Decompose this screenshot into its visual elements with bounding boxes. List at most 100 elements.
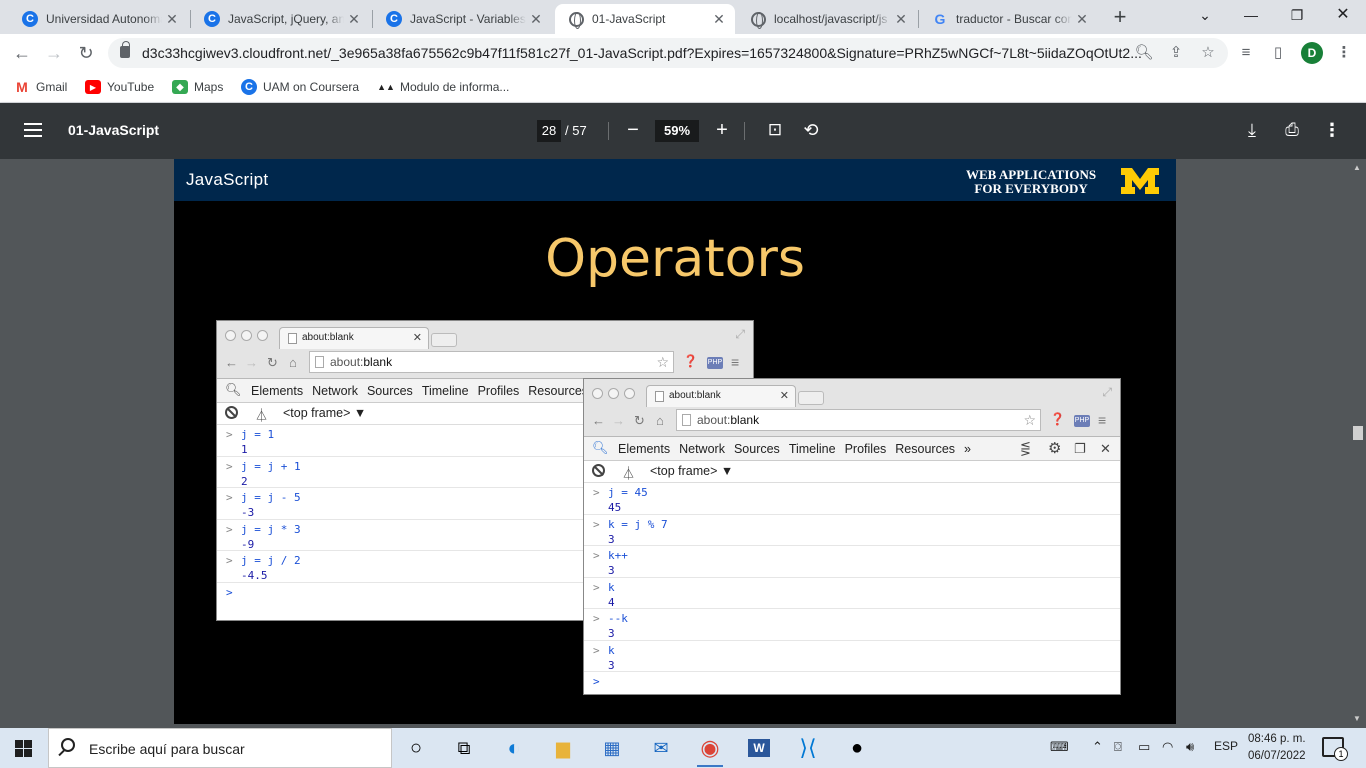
volume-icon[interactable]: 🔊︎ bbox=[1186, 739, 1194, 755]
mini-tab: about:blank ✕ bbox=[646, 385, 796, 407]
scroll-thumb[interactable] bbox=[1353, 426, 1363, 440]
hamburger-menu-icon[interactable] bbox=[24, 123, 42, 137]
home-icon: ⌂ bbox=[656, 413, 664, 428]
bookmark-modulo[interactable]: ▲▲ Modulo de informa... bbox=[377, 77, 509, 97]
language-indicator[interactable]: ESP bbox=[1214, 739, 1238, 753]
brand-text: WEB APPLICATIONS FOR EVERYBODY bbox=[966, 167, 1097, 196]
chrome-icon[interactable]: ◉ bbox=[695, 734, 725, 767]
console-entry: > k = j % 73 bbox=[584, 515, 1120, 546]
close-tab-icon[interactable]: ✕ bbox=[344, 11, 364, 28]
globe-icon bbox=[569, 11, 584, 29]
reload-button[interactable]: ↻ bbox=[74, 41, 98, 65]
clear-console-icon bbox=[592, 464, 605, 477]
bookmark-star-icon[interactable]: ☆ bbox=[1198, 43, 1218, 63]
slide-section-label: JavaScript bbox=[186, 170, 269, 189]
console-entry: > k 4 bbox=[584, 578, 1120, 609]
uam-icon: ▲▲ bbox=[377, 82, 395, 92]
media-icon[interactable]: ≡ bbox=[1236, 43, 1256, 63]
tab-01-javascript[interactable]: 01-JavaScript ✕ bbox=[555, 4, 735, 34]
close-tab-icon[interactable]: ✕ bbox=[526, 11, 546, 28]
print-icon[interactable]: ⎙ bbox=[1280, 119, 1304, 143]
home-icon: ⌂ bbox=[289, 355, 297, 370]
wifi-icon[interactable]: ◠ bbox=[1162, 739, 1173, 755]
tab-localhost[interactable]: localhost/javascript/js ✕ bbox=[737, 4, 917, 34]
tab-search-button[interactable]: ⌄ bbox=[1182, 4, 1228, 26]
github-icon[interactable]: ● bbox=[842, 734, 872, 762]
tab-javascript-variables[interactable]: C JavaScript - Variables c ✕ bbox=[372, 4, 552, 34]
windows-start-icon[interactable] bbox=[15, 740, 32, 757]
console-toolbar: ⏃ <top frame> ▼ bbox=[584, 461, 1120, 483]
tray-chevron-icon[interactable]: ⌃ bbox=[1092, 739, 1103, 755]
forward-button[interactable]: → bbox=[42, 41, 66, 65]
tab-traductor[interactable]: G traductor - Buscar con ✕ bbox=[918, 4, 1098, 34]
pdf-toolbar: 01-JavaScript 28 / 57 − 59% + ⊡ ⟲ ⤓ ⎙ ⋮ bbox=[0, 103, 1366, 159]
rotate-icon[interactable]: ⟲ bbox=[799, 119, 823, 143]
fit-page-icon[interactable]: ⊡ bbox=[763, 119, 787, 143]
profile-avatar[interactable]: D bbox=[1301, 42, 1323, 64]
forward-arrow-icon: → bbox=[245, 355, 258, 370]
clear-console-icon bbox=[225, 406, 238, 419]
minimize-button[interactable]: — bbox=[1228, 4, 1274, 26]
forward-arrow-icon: → bbox=[612, 413, 625, 428]
restore-button[interactable]: ❐ bbox=[1274, 4, 1320, 26]
scroll-down-icon[interactable]: ▼ bbox=[1353, 714, 1361, 723]
page-number-input[interactable]: 28 bbox=[537, 120, 561, 142]
side-panel-icon[interactable]: ▯ bbox=[1268, 43, 1288, 63]
bookmark-gmail[interactable]: M Gmail bbox=[14, 77, 67, 97]
back-button[interactable]: ← bbox=[10, 41, 34, 65]
zoom-in-button[interactable]: + bbox=[710, 119, 734, 143]
taskbar-search[interactable]: Escribe aquí para buscar bbox=[48, 728, 392, 768]
pdf-scrollbar[interactable]: ▲ ▼ bbox=[1349, 159, 1366, 728]
close-tab-icon[interactable]: ✕ bbox=[1072, 11, 1092, 28]
battery-icon[interactable]: ▭ bbox=[1138, 739, 1150, 755]
bookmarks-bar: M Gmail ▶ YouTube ◆ Maps C UAM on Course… bbox=[0, 72, 1366, 103]
console-output: > j = 45 45 > k = j % 73 > k++ 3 > k 4 > --k 3 > k… bbox=[584, 483, 1120, 692]
scroll-up-icon[interactable]: ▲ bbox=[1353, 163, 1361, 172]
bookmark-uam-coursera[interactable]: C UAM on Coursera bbox=[241, 77, 359, 97]
zoom-icon[interactable]: 🔍︎ bbox=[1134, 43, 1154, 63]
bookmark-maps[interactable]: ◆ Maps bbox=[172, 77, 223, 97]
console-entry: > k 3 bbox=[584, 641, 1120, 672]
store-icon[interactable]: ▦ bbox=[597, 734, 627, 762]
close-tab-icon[interactable]: ✕ bbox=[709, 11, 729, 28]
meet-icon[interactable]: ⌼ bbox=[1114, 739, 1122, 755]
task-view-icon[interactable]: ⧉ bbox=[449, 734, 479, 762]
keyboard-icon[interactable]: ⌨ bbox=[1050, 739, 1069, 755]
search-icon bbox=[61, 738, 75, 752]
pdf-viewport[interactable]: JavaScript WEB APPLICATIONS FOR EVERYBOD… bbox=[0, 159, 1366, 728]
vscode-icon[interactable]: ⟩⟨ bbox=[793, 734, 823, 762]
slide-header: JavaScript WEB APPLICATIONS FOR EVERYBOD… bbox=[174, 159, 1176, 201]
mail-icon[interactable]: ✉ bbox=[646, 734, 676, 762]
cortana-icon[interactable]: ○ bbox=[401, 734, 431, 762]
download-icon[interactable]: ⤓ bbox=[1240, 119, 1264, 143]
share-icon[interactable]: ⇪ bbox=[1166, 43, 1186, 63]
url-text[interactable]: d3c33hcgiwev3.cloudfront.net/_3e965a38fa… bbox=[142, 45, 1142, 61]
notification-center-icon[interactable]: 1 bbox=[1322, 737, 1348, 761]
bookmark-youtube[interactable]: ▶ YouTube bbox=[85, 77, 154, 97]
more-actions-icon[interactable]: ⋮ bbox=[1320, 119, 1344, 143]
file-explorer-icon[interactable]: ▆ bbox=[548, 734, 578, 762]
inspect-icon: 🔍︎ bbox=[225, 382, 242, 397]
word-icon[interactable]: W bbox=[744, 734, 774, 762]
console-prompt: > bbox=[593, 675, 600, 688]
star-icon: ☆ bbox=[656, 354, 669, 370]
close-tab-icon[interactable]: ✕ bbox=[162, 11, 182, 28]
console-drawer-icon: ⋚ bbox=[1020, 441, 1031, 456]
edge-icon[interactable]: ◐ bbox=[499, 734, 529, 762]
tab-javascript-jquery[interactable]: C JavaScript, jQuery, and ✕ bbox=[190, 4, 370, 34]
filter-icon: ⏃ bbox=[255, 408, 269, 423]
menu-kebab-icon[interactable]: ⋮ bbox=[1334, 43, 1354, 63]
tab-universidad[interactable]: C Universidad Autonoma ✕ bbox=[8, 4, 188, 34]
mini-tab: about:blank ✕ bbox=[279, 327, 429, 349]
zoom-input[interactable]: 59% bbox=[655, 120, 699, 142]
address-bar[interactable]: d3c33hcgiwev3.cloudfront.net/_3e965a38fa… bbox=[108, 38, 1228, 68]
clock[interactable]: 08:46 p. m. 06/07/2022 bbox=[1248, 731, 1306, 765]
filter-icon: ⏃ bbox=[622, 466, 636, 481]
close-window-button[interactable]: ✕ bbox=[1320, 4, 1366, 26]
new-tab-button[interactable]: + bbox=[1108, 6, 1132, 30]
reload-icon: ↻ bbox=[634, 413, 645, 428]
zoom-out-button[interactable]: − bbox=[621, 119, 645, 143]
window-dots bbox=[592, 388, 635, 399]
close-tab-icon[interactable]: ✕ bbox=[891, 11, 911, 28]
maps-icon: ◆ bbox=[172, 80, 188, 94]
